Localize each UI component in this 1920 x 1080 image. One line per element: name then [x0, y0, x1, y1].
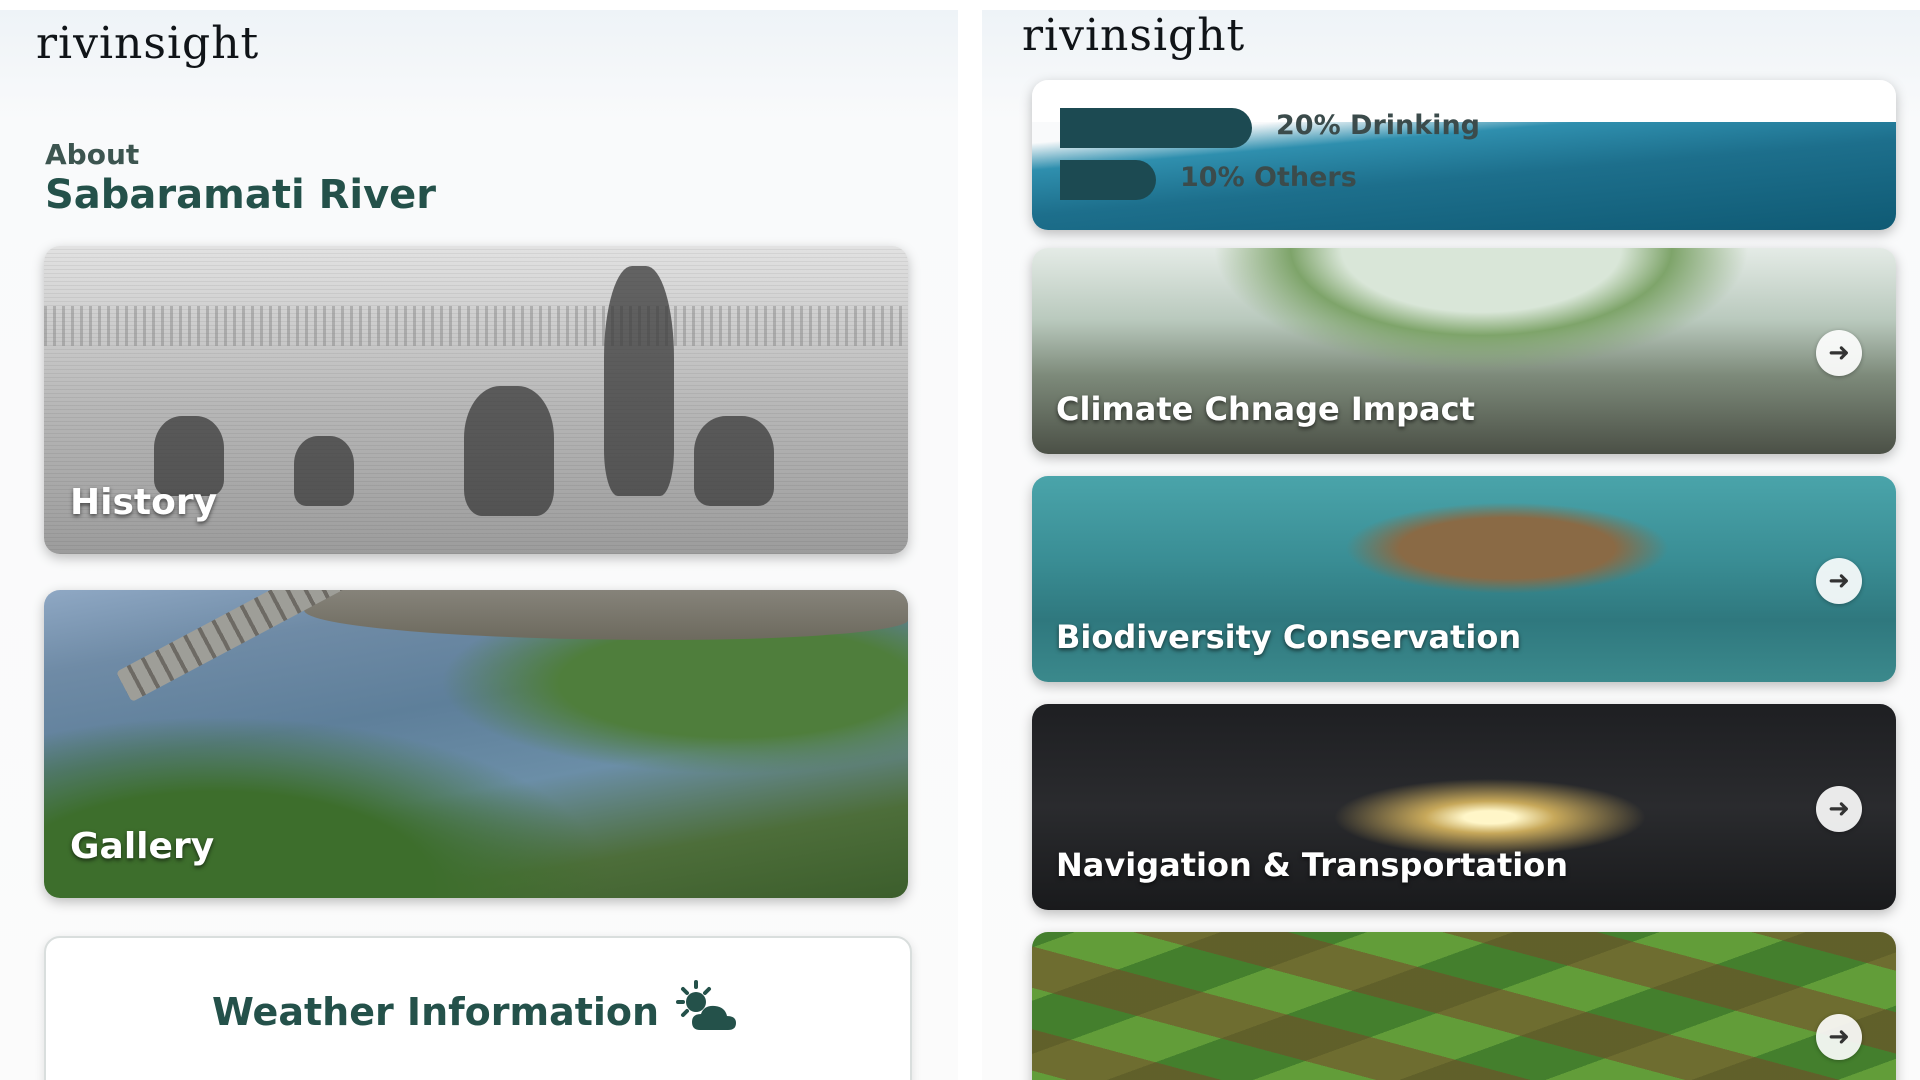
history-image	[44, 306, 908, 346]
agriculture-card[interactable]: ➜	[1032, 932, 1896, 1080]
arrow-right-icon[interactable]: ➜	[1816, 786, 1862, 832]
app-logo: rivinsight	[36, 18, 260, 69]
climate-change-label: Climate Chnage Impact	[1056, 390, 1475, 428]
usage-label-drinking: 20% Drinking	[1276, 110, 1480, 141]
partly-cloudy-icon	[670, 978, 750, 1050]
weather-information-card[interactable]: Weather Information	[44, 936, 912, 1080]
history-card[interactable]: History	[44, 246, 908, 554]
arrow-right-icon[interactable]: ➜	[1816, 558, 1862, 604]
gallery-image	[304, 590, 908, 640]
history-label: History	[70, 482, 218, 523]
about-label: About	[45, 138, 140, 171]
gallery-label: Gallery	[70, 826, 215, 867]
gallery-card[interactable]: Gallery	[44, 590, 908, 898]
climate-change-card[interactable]: Climate Chnage Impact ➜	[1032, 248, 1896, 454]
navigation-label: Navigation & Transportation	[1056, 846, 1569, 884]
river-title: Sabaramati River	[45, 172, 437, 218]
usage-bar-drinking	[1060, 108, 1252, 148]
arrow-right-icon[interactable]: ➜	[1816, 330, 1862, 376]
navigation-transportation-card[interactable]: Navigation & Transportation ➜	[1032, 704, 1896, 910]
biodiversity-card[interactable]: Biodiversity Conservation ➜	[1032, 476, 1896, 682]
arrow-right-icon[interactable]: ➜	[1816, 1014, 1862, 1060]
app-logo: rivinsight	[1022, 10, 1246, 61]
water-usage-card: 20% Drinking 10% Others	[1032, 80, 1896, 230]
weather-label: Weather Information	[212, 990, 660, 1034]
topics-screen: rivinsight 20% Drinking 10% Others Clima…	[982, 10, 1920, 1080]
usage-bar-others	[1060, 160, 1156, 200]
biodiversity-label: Biodiversity Conservation	[1056, 618, 1522, 656]
usage-label-others: 10% Others	[1180, 162, 1357, 193]
about-screen: rivinsight About Sabaramati River Histor…	[0, 10, 958, 1080]
